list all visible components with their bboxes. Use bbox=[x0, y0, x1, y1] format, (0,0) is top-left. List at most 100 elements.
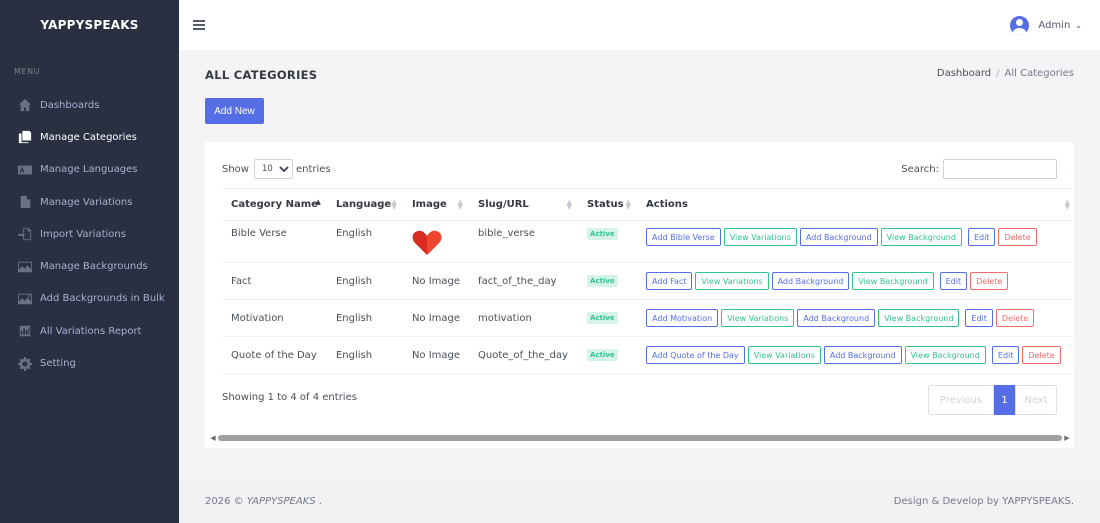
cell-image: No Image bbox=[411, 349, 461, 361]
column-header-image[interactable]: Image ▲ ▼ bbox=[402, 188, 470, 221]
footer: 2026 © YAPPYSPEAKS . Design & Develop by… bbox=[179, 480, 1100, 523]
cell-image bbox=[403, 221, 469, 263]
column-header-status[interactable]: Status ▲ ▼ bbox=[578, 188, 638, 221]
view-variations-button[interactable]: View Variations bbox=[723, 228, 797, 246]
search-input[interactable] bbox=[943, 159, 1057, 179]
add-item-button[interactable]: Add Fact bbox=[646, 272, 693, 290]
cell-actions: Add Fact View Variations Add Background … bbox=[637, 263, 1076, 300]
view-variations-button[interactable]: View Variations bbox=[695, 272, 769, 290]
delete-button[interactable]: Delete bbox=[1022, 346, 1061, 364]
sidebar-item-label: Dashboards bbox=[40, 99, 100, 111]
cell-status: Active bbox=[578, 300, 637, 337]
menu-toggle-icon[interactable] bbox=[193, 20, 205, 30]
cell-category-name: Motivation bbox=[231, 312, 284, 324]
search-label: Search: bbox=[901, 163, 939, 175]
sidebar-item-manage-backgrounds[interactable]: Manage Backgrounds bbox=[0, 250, 179, 282]
sidebar-item-manage-languages[interactable]: Manage Languages bbox=[0, 154, 179, 186]
sidebar-item-setting[interactable]: Setting bbox=[0, 347, 179, 379]
column-header-language[interactable]: Language ▲ ▼ bbox=[326, 188, 403, 221]
sidebar-item-label: Import Variations bbox=[40, 228, 126, 240]
categories-card: Show 10 entries Search: Category Name ▲ L… bbox=[205, 142, 1076, 448]
show-label: Show bbox=[222, 163, 249, 175]
sidebar-item-manage-variations[interactable]: Manage Variations bbox=[0, 186, 179, 218]
cell-category-name: Bible Verse bbox=[231, 228, 287, 239]
add-background-button[interactable]: Add Background bbox=[797, 309, 876, 327]
sidebar-item-import-variations[interactable]: Import Variations bbox=[0, 218, 179, 250]
cell-status: Active bbox=[578, 221, 637, 263]
edit-button[interactable]: Edit bbox=[991, 346, 1020, 364]
edit-button[interactable]: Edit bbox=[939, 272, 968, 290]
column-header-actions[interactable]: Actions ▲ ▼ bbox=[637, 188, 1076, 221]
horizontal-scrollbar[interactable]: ◀ ▶ bbox=[208, 434, 1072, 442]
add-item-button[interactable]: Add Bible Verse bbox=[646, 228, 721, 246]
sidebar-item-manage-categories[interactable]: Manage Categories bbox=[0, 121, 179, 153]
breadcrumb: Dashboard / All Categories bbox=[937, 68, 1074, 79]
sidebar-item-label: Manage Backgrounds bbox=[40, 261, 148, 273]
import-icon bbox=[17, 226, 33, 242]
cell-image: No Image bbox=[411, 312, 461, 324]
cell-status: Active bbox=[578, 337, 637, 374]
cell-image: No Image bbox=[411, 275, 461, 287]
copy-icon bbox=[17, 129, 33, 145]
page-1-button[interactable]: 1 bbox=[994, 385, 1015, 415]
entries-label: entries bbox=[295, 163, 331, 175]
table-row: Bible Verse English bible_verse Active A… bbox=[222, 221, 1076, 263]
add-new-button[interactable]: Add New bbox=[205, 98, 264, 124]
sidebar: YAPPYSPEAKS MENU Dashboards Manage Categ… bbox=[0, 0, 179, 523]
cell-language: English bbox=[335, 275, 373, 287]
brand-logo[interactable]: YAPPYSPEAKS bbox=[0, 0, 179, 50]
search-control: Search: bbox=[901, 159, 1057, 179]
add-item-button[interactable]: Add Quote of the Day bbox=[646, 346, 745, 364]
cell-language: English bbox=[335, 312, 373, 324]
view-background-button[interactable]: View Background bbox=[852, 272, 934, 290]
delete-button[interactable]: Delete bbox=[998, 228, 1037, 246]
scrollbar-track[interactable] bbox=[218, 435, 1062, 441]
column-header-category-name[interactable]: Category Name ▲ bbox=[222, 188, 327, 221]
entries-select[interactable]: 10 bbox=[253, 159, 293, 179]
view-background-button[interactable]: View Background bbox=[904, 346, 986, 364]
sidebar-item-label: All Variations Report bbox=[40, 325, 142, 337]
page-title: ALL CATEGORIES bbox=[205, 68, 318, 82]
sidebar-item-add-backgrounds-bulk[interactable]: Add Backgrounds in Bulk bbox=[0, 283, 179, 315]
breadcrumb-separator: / bbox=[996, 68, 1000, 79]
table-header-row: Category Name ▲ Language ▲ ▼ Image ▲ ▼ Slug/U… bbox=[222, 188, 1076, 221]
cell-slug: bible_verse bbox=[478, 228, 535, 239]
breadcrumb-dashboard-link[interactable]: Dashboard bbox=[937, 68, 991, 79]
add-background-button[interactable]: Add Background bbox=[771, 272, 850, 290]
add-item-button[interactable]: Add Motivation bbox=[646, 309, 719, 327]
edit-button[interactable]: Edit bbox=[965, 309, 993, 327]
image-add-icon bbox=[17, 291, 33, 307]
next-page-button[interactable]: Next bbox=[1015, 385, 1057, 415]
view-background-button[interactable]: View Background bbox=[878, 309, 960, 327]
view-variations-button[interactable]: View Variations bbox=[721, 309, 795, 327]
edit-button[interactable]: Edit bbox=[967, 228, 996, 246]
cell-category-name: Fact bbox=[231, 275, 252, 287]
chevron-down-icon: ⌄ bbox=[1075, 20, 1082, 30]
breadcrumb-current: All Categories bbox=[1004, 68, 1074, 79]
user-dropdown[interactable]: Admin ⌄ bbox=[1010, 15, 1082, 35]
scroll-left-icon[interactable]: ◀ bbox=[208, 434, 218, 442]
add-background-button[interactable]: Add Background bbox=[799, 228, 878, 246]
cell-slug: Quote_of_the_day bbox=[478, 349, 568, 361]
scrollbar-thumb[interactable] bbox=[218, 435, 1062, 441]
entries-length-control: Show 10 entries bbox=[222, 159, 331, 179]
sidebar-item-dashboards[interactable]: Dashboards bbox=[0, 89, 179, 121]
cell-actions: Add Quote of the Day View Variations Add… bbox=[637, 337, 1076, 374]
delete-button[interactable]: Delete bbox=[995, 309, 1035, 327]
sidebar-item-all-variations-report[interactable]: All Variations Report bbox=[0, 315, 179, 347]
delete-button[interactable]: Delete bbox=[970, 272, 1009, 290]
view-background-button[interactable]: View Background bbox=[880, 228, 962, 246]
previous-page-button[interactable]: Previous bbox=[928, 385, 994, 415]
column-header-slug[interactable]: Slug/URL ▲ ▼ bbox=[469, 188, 579, 221]
scroll-right-icon[interactable]: ▶ bbox=[1062, 434, 1072, 442]
avatar bbox=[1010, 15, 1030, 35]
cell-actions: Add Bible Verse View Variations Add Back… bbox=[637, 221, 1076, 263]
add-background-button[interactable]: Add Background bbox=[823, 346, 902, 364]
view-variations-button[interactable]: View Variations bbox=[747, 346, 821, 364]
status-badge: Active bbox=[587, 275, 618, 287]
cell-slug: fact_of_the_day bbox=[478, 275, 557, 287]
image-icon bbox=[17, 259, 33, 275]
table-row: Quote of the Day English No Image Quote_… bbox=[222, 337, 1076, 374]
categories-table: Category Name ▲ Language ▲ ▼ Image ▲ ▼ Slug/U… bbox=[222, 188, 1076, 374]
footer-credit: Design & Develop by YAPPYSPEAKS. bbox=[893, 496, 1074, 507]
